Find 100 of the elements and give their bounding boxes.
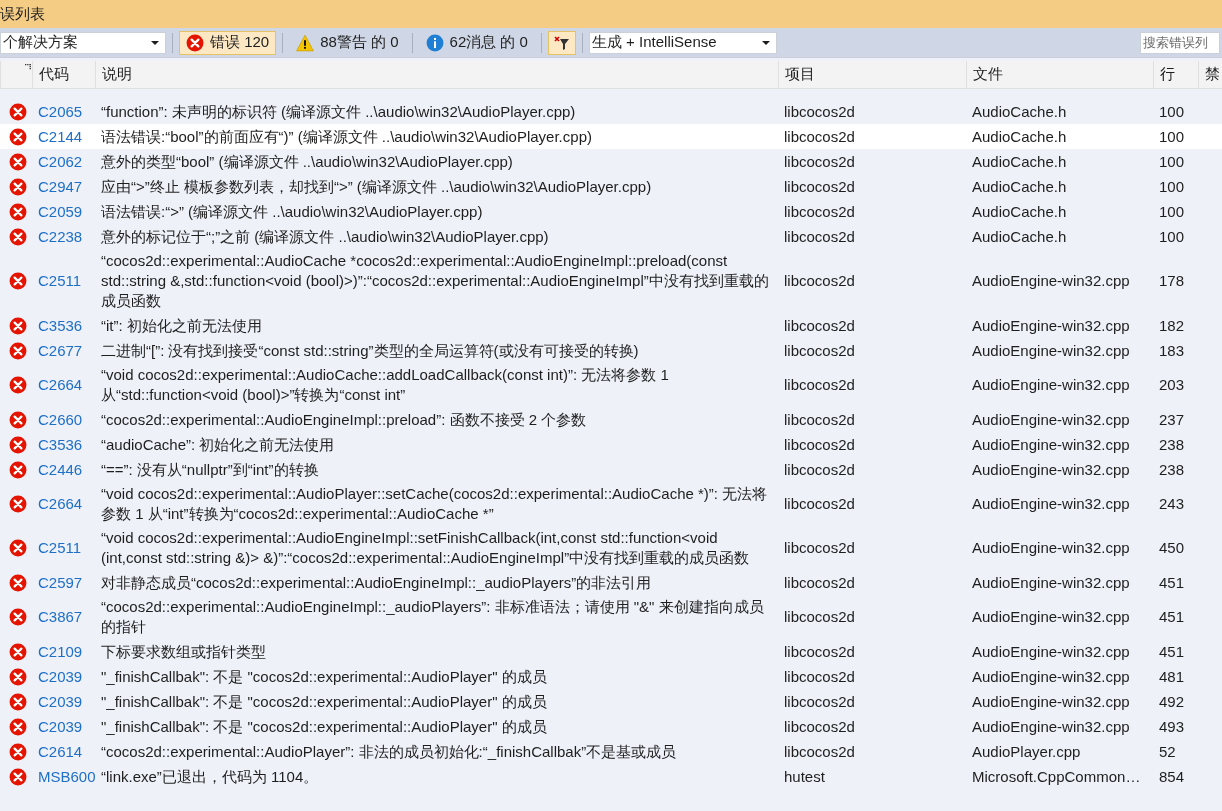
error-code-link[interactable]: C2664 <box>38 375 83 395</box>
error-icon <box>9 272 27 290</box>
column-header[interactable]: 代码 <box>32 61 95 88</box>
error-code-link[interactable]: C2660 <box>38 409 83 430</box>
file-name: AudioEngine-win32.cpp <box>972 494 1130 514</box>
caret-icon <box>761 40 770 45</box>
error-code-link[interactable]: C2677 <box>38 340 83 361</box>
project-name: libcocos2d <box>784 271 855 291</box>
error-code-link[interactable]: C2039 <box>38 666 83 687</box>
line-number: 451 <box>1159 641 1185 662</box>
error-icon <box>9 460 27 479</box>
column-header[interactable]: 项目 <box>778 61 966 88</box>
project-name: libcocos2d <box>784 101 855 122</box>
error-description: “cocos2d::experimental::AudioPlayer”: 非法的成员初始化:“_finishCallbak”不是基或成员 <box>101 741 677 762</box>
project-name: libcocos2d <box>784 538 855 558</box>
error-description: 语法错误:“bool”的前面应有“)” (编译源文件 ..\audio\win32\AudioPlayer.cpp) <box>101 126 592 147</box>
error-description: “cocos2d::experimental::AudioEngineImpl::preload”: 函数不接受 2 个参数 <box>101 409 587 430</box>
file-name: AudioEngine-win32.cpp <box>972 340 1130 361</box>
filter-icon <box>553 34 570 51</box>
file-name: AudioEngine-win32.cpp <box>972 315 1130 336</box>
file-name: AudioCache.h <box>972 101 1067 122</box>
error-row[interactable]: C2144 语法错误:“bool”的前面应有“)” (编译源文件 ..\audio\win32\AudioPlayer.cpp) libcocos2d AudioCache.h 100 <box>0 124 1222 149</box>
search-field[interactable]: 搜索错误列 <box>1140 31 1220 54</box>
error-code-link[interactable]: MSB600 <box>38 766 96 787</box>
error-description: 二进制“[”: 没有找到接受“const std::string”类型的全局运算符(或没有可接受的转换) <box>101 340 639 361</box>
error-code-link[interactable]: C3536 <box>38 434 83 455</box>
error-icon <box>9 642 27 661</box>
error-code-link[interactable]: C2511 <box>38 538 82 558</box>
project-name: libcocos2d <box>784 151 855 172</box>
error-icon <box>9 767 27 786</box>
line-number: 100 <box>1159 176 1185 197</box>
column-header[interactable]: 禁 <box>1198 61 1222 88</box>
line-number: 450 <box>1159 538 1185 558</box>
line-number: 481 <box>1159 666 1185 687</box>
file-name: AudioEngine-win32.cpp <box>972 375 1130 395</box>
error-description: “audioCache”: 初始化之前无法使用 <box>101 434 335 455</box>
line-number: 451 <box>1159 607 1185 627</box>
column-header[interactable]: 行 <box>1153 61 1198 88</box>
error-code-link[interactable]: C3867 <box>38 607 83 627</box>
project-name: libcocos2d <box>784 494 855 514</box>
line-number: 492 <box>1159 691 1185 712</box>
error-code-link[interactable]: C2065 <box>38 101 83 122</box>
error-icon <box>9 573 27 592</box>
error-icon <box>9 341 27 360</box>
error-icon <box>9 227 27 246</box>
file-name: AudioEngine-win32.cpp <box>972 271 1130 291</box>
error-code-link[interactable]: C2109 <box>38 641 83 662</box>
line-number: 178 <box>1159 271 1185 291</box>
column-header[interactable]: 文件 <box>966 61 1153 88</box>
line-number: 203 <box>1159 375 1185 395</box>
line-number: 243 <box>1159 494 1185 514</box>
column-header[interactable]: 说明 <box>95 61 778 88</box>
error-code-link[interactable]: C2039 <box>38 691 83 712</box>
file-name: AudioCache.h <box>972 176 1067 197</box>
warning-filter-button[interactable]: 88警告 的 0 <box>289 30 406 55</box>
line-number: 100 <box>1159 101 1185 122</box>
line-number: 100 <box>1159 151 1185 172</box>
error-code-link[interactable]: C2597 <box>38 572 83 593</box>
file-name: AudioEngine-win32.cpp <box>972 691 1130 712</box>
error-icon <box>9 742 27 761</box>
source-dropdown[interactable]: 生成 + IntelliSense <box>588 31 777 54</box>
error-code-link[interactable]: C2144 <box>38 126 83 147</box>
info-icon <box>425 33 444 52</box>
error-icon <box>9 692 27 711</box>
error-code-link[interactable]: C2059 <box>38 201 83 222</box>
error-code-link[interactable]: C2238 <box>38 226 83 247</box>
line-number: 238 <box>1159 459 1185 480</box>
file-name: AudioEngine-win32.cpp <box>972 572 1130 593</box>
file-name: AudioCache.h <box>972 126 1067 147</box>
error-icon <box>9 608 27 626</box>
project-name: libcocos2d <box>784 340 855 361</box>
error-description: “link.exe”已退出，代码为 1104。 <box>101 766 319 787</box>
error-code-link[interactable]: C2947 <box>38 176 83 197</box>
error-code-link[interactable]: C2062 <box>38 151 83 172</box>
error-code-link[interactable]: C2614 <box>38 741 83 762</box>
error-description: “cocos2d::experimental::AudioEngineImpl::_audioPlayers”: 非标准语法；请使用 "&" 来创建指向成员的指针 <box>101 597 765 637</box>
error-code-link[interactable]: C2039 <box>38 716 83 737</box>
error-code-link[interactable]: C2446 <box>38 459 83 480</box>
error-icon <box>9 717 27 736</box>
error-code-link[interactable]: C2511 <box>38 271 82 291</box>
line-number: 182 <box>1159 315 1185 336</box>
filter-toggle-button[interactable] <box>547 30 576 55</box>
project-name: libcocos2d <box>784 409 855 430</box>
project-name: libcocos2d <box>784 459 855 480</box>
error-code-link[interactable]: C3536 <box>38 315 83 336</box>
error-icon <box>9 127 27 146</box>
scope-dropdown[interactable]: 个解决方案 <box>0 31 166 54</box>
error-description: “void cocos2d::experimental::AudioCache::addLoadCallback(const int)”: 无法将参数 1 从“std::function<void (bool)>”转换为“const int” <box>101 365 670 405</box>
file-name: AudioPlayer.cpp <box>972 741 1081 762</box>
error-code-link[interactable]: C2664 <box>38 494 83 514</box>
error-filter-button[interactable]: 错误 120 <box>179 30 277 55</box>
error-icon <box>9 376 27 394</box>
error-icon <box>9 316 27 335</box>
line-number: 100 <box>1159 126 1185 147</box>
info-filter-button[interactable]: 62消息 的 0 <box>418 30 535 55</box>
project-name: libcocos2d <box>784 201 855 222</box>
file-name: AudioCache.h <box>972 226 1067 247</box>
file-name: AudioCache.h <box>972 201 1067 222</box>
project-name: libcocos2d <box>784 226 855 247</box>
project-name: libcocos2d <box>784 741 855 762</box>
